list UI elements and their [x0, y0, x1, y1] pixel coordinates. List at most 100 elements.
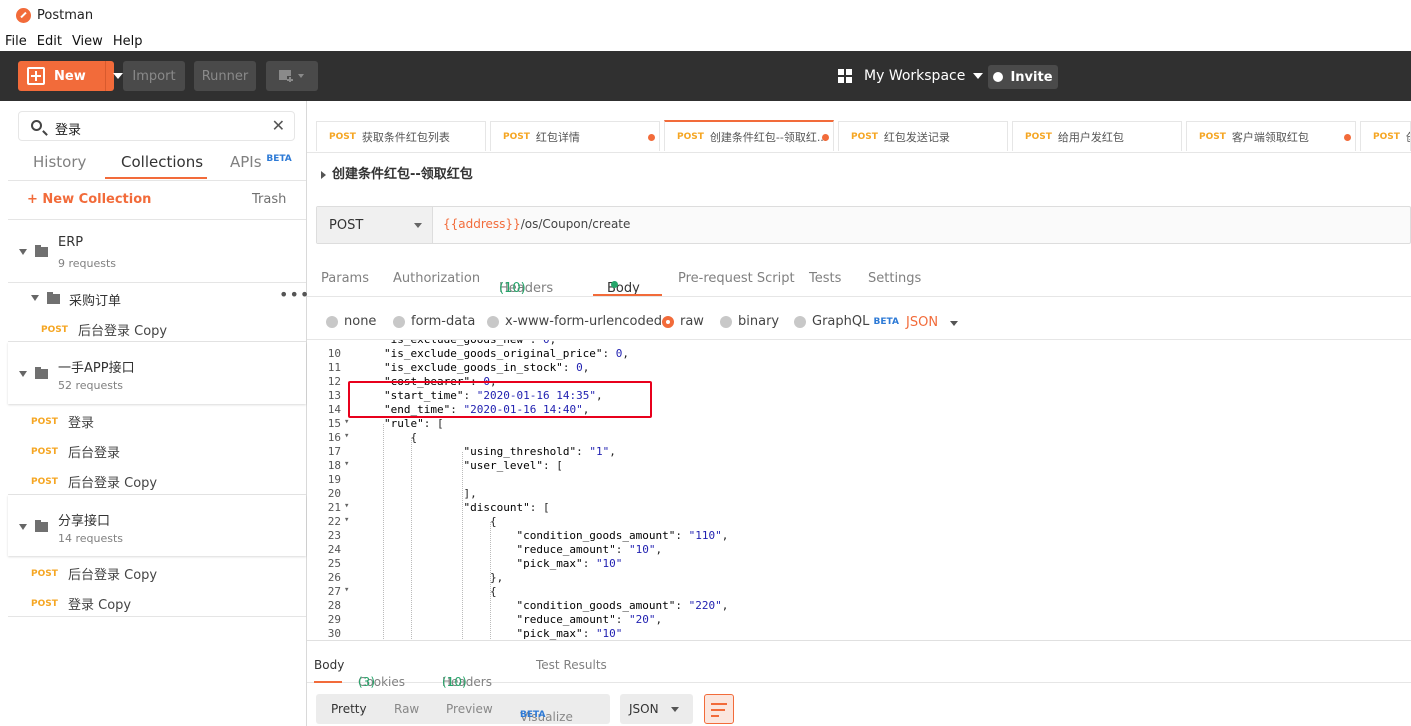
menu-help[interactable]: Help: [104, 34, 148, 49]
line-number: 17: [327, 445, 341, 458]
new-dropdown-caret-icon[interactable]: [113, 73, 123, 79]
collapse-caret-icon[interactable]: [31, 295, 39, 301]
indent-guide: [490, 522, 491, 640]
collection-count: 52 requests: [58, 379, 124, 392]
response-tab-test-results[interactable]: Test Results: [536, 658, 607, 672]
body-type-options: none form-data x-www-form-urlencoded raw…: [307, 306, 1411, 338]
request-item[interactable]: POST 后台登录 Copy: [41, 320, 167, 339]
wrap-icon-line: [711, 709, 725, 711]
line-number: 10: [327, 347, 341, 360]
collection-erp[interactable]: ERP 9 requests: [8, 220, 306, 282]
new-collection-button[interactable]: + New Collection: [27, 192, 151, 207]
new-button[interactable]: New: [18, 61, 123, 91]
radio-raw[interactable]: raw: [662, 314, 704, 329]
radio-graphql[interactable]: GraphQL BETA: [794, 314, 899, 329]
line-number: 18: [327, 459, 341, 472]
view-preview[interactable]: Preview: [446, 702, 493, 716]
request-name: 登录: [68, 416, 95, 431]
fold-caret-icon[interactable]: ▾: [344, 431, 349, 441]
radio-form-data[interactable]: form-data: [393, 314, 475, 329]
fold-caret-icon[interactable]: ▾: [344, 459, 349, 469]
add-user-icon: [993, 72, 1004, 82]
radio-none[interactable]: none: [326, 314, 376, 329]
format-caret-icon[interactable]: [950, 321, 958, 326]
radio-urlencoded[interactable]: x-www-form-urlencoded: [487, 314, 662, 329]
code-line: 18 ▾ "user_level": [: [307, 459, 1411, 473]
request-title[interactable]: 创建条件红包--领取红包: [321, 163, 473, 182]
code-text: "rule": [: [384, 417, 444, 430]
new-button-divider: [105, 61, 106, 91]
trash-link[interactable]: Trash: [252, 192, 286, 207]
collection-app-api[interactable]: 一手APP接口 52 requests: [8, 342, 306, 404]
workspace-switcher[interactable]: My Workspace: [838, 61, 984, 91]
line-number: 20: [327, 487, 341, 500]
new-window-button[interactable]: [266, 61, 318, 91]
request-tab[interactable]: POST 获取条件红包列表: [316, 121, 486, 151]
body-editor[interactable]: "is_exclude_goods_new": 0, 10 "is_exclude_…: [307, 339, 1411, 640]
request-tab[interactable]: POST 红包详情: [490, 121, 660, 151]
code-text: },: [384, 571, 504, 584]
request-tab[interactable]: POST 客户端领取红包: [1186, 121, 1356, 151]
tab-authorization[interactable]: Authorization: [393, 271, 480, 286]
radio-icon: [393, 315, 405, 328]
raw-format-select[interactable]: JSON: [906, 315, 938, 330]
method-select[interactable]: POST: [317, 207, 433, 243]
tab-settings[interactable]: Settings: [868, 271, 921, 286]
runner-button[interactable]: Runner: [194, 61, 256, 91]
response-format-select[interactable]: JSON: [620, 694, 693, 724]
request-tab[interactable]: POST 给用户发红包: [1012, 121, 1182, 151]
tab-apis[interactable]: APIs BETA: [230, 153, 292, 171]
request-item[interactable]: POST 后台登录 Copy: [31, 564, 157, 583]
fold-caret-icon[interactable]: ▾: [344, 417, 349, 427]
divider: [8, 180, 306, 181]
method-badge: POST: [31, 598, 58, 609]
view-pretty[interactable]: Pretty: [331, 702, 367, 716]
collapse-caret-icon[interactable]: [19, 371, 27, 377]
folder-purchase-order[interactable]: 采购订单 •••: [8, 283, 309, 313]
postman-logo-icon: [16, 8, 31, 23]
view-raw[interactable]: Raw: [394, 702, 419, 716]
invite-button[interactable]: Invite: [988, 65, 1058, 89]
fold-caret-icon[interactable]: ▾: [344, 585, 349, 595]
tab-tests[interactable]: Tests: [809, 271, 841, 286]
url-input[interactable]: {{address}}/os/Coupon/create: [443, 217, 630, 231]
code-line: 20 ],: [307, 487, 1411, 501]
code-text: "reduce_amount": "20",: [516, 613, 663, 626]
menu-view[interactable]: View: [63, 34, 108, 49]
request-tab-label: 给用户发红包: [1057, 130, 1124, 144]
request-item[interactable]: POST 登录 Copy: [31, 594, 131, 613]
tab-history[interactable]: History: [33, 153, 86, 171]
request-tab[interactable]: POST 创: [1360, 121, 1411, 151]
fold-caret-icon[interactable]: ▾: [344, 501, 349, 511]
menu-edit[interactable]: Edit: [28, 34, 67, 49]
method-badge: POST: [503, 131, 530, 142]
fold-caret-icon[interactable]: ▾: [344, 515, 349, 525]
response-format-value: JSON: [629, 702, 659, 716]
expand-caret-icon: [321, 170, 326, 179]
collection-share-api[interactable]: 分享接口 14 requests: [8, 495, 306, 556]
code-line: 11 "is_exclude_goods_in_stock": 0,: [307, 361, 1411, 375]
wrap-lines-button[interactable]: [704, 694, 734, 724]
more-options-icon[interactable]: •••: [279, 285, 310, 304]
clear-search-icon[interactable]: ✕: [272, 116, 285, 135]
body-indicator-icon: [611, 281, 618, 288]
request-item[interactable]: POST 登录: [31, 412, 94, 431]
collections-tab-indicator: [105, 177, 207, 179]
search-input[interactable]: 登录 ✕: [18, 111, 295, 141]
tab-collections[interactable]: Collections: [121, 153, 203, 171]
line-number: 12: [327, 375, 341, 388]
tab-params[interactable]: Params: [321, 271, 369, 286]
request-tab[interactable]: POST 红包发送记录: [838, 121, 1008, 151]
collapse-caret-icon[interactable]: [19, 249, 27, 255]
radio-binary[interactable]: binary: [720, 314, 779, 329]
response-tab-body[interactable]: Body: [314, 658, 344, 672]
request-tab-active[interactable]: POST 创建条件红包--领取红...: [664, 120, 834, 151]
folder-icon: [35, 367, 48, 379]
collapse-caret-icon[interactable]: [19, 524, 27, 530]
request-item[interactable]: POST 后台登录 Copy: [31, 472, 157, 491]
import-button[interactable]: Import: [123, 61, 185, 91]
code-line: 30 "pick_max": "10": [307, 627, 1411, 640]
request-item[interactable]: POST 后台登录: [31, 442, 120, 461]
tab-pre-request-script[interactable]: Pre-request Script: [678, 271, 795, 286]
code-text: {: [384, 431, 418, 444]
